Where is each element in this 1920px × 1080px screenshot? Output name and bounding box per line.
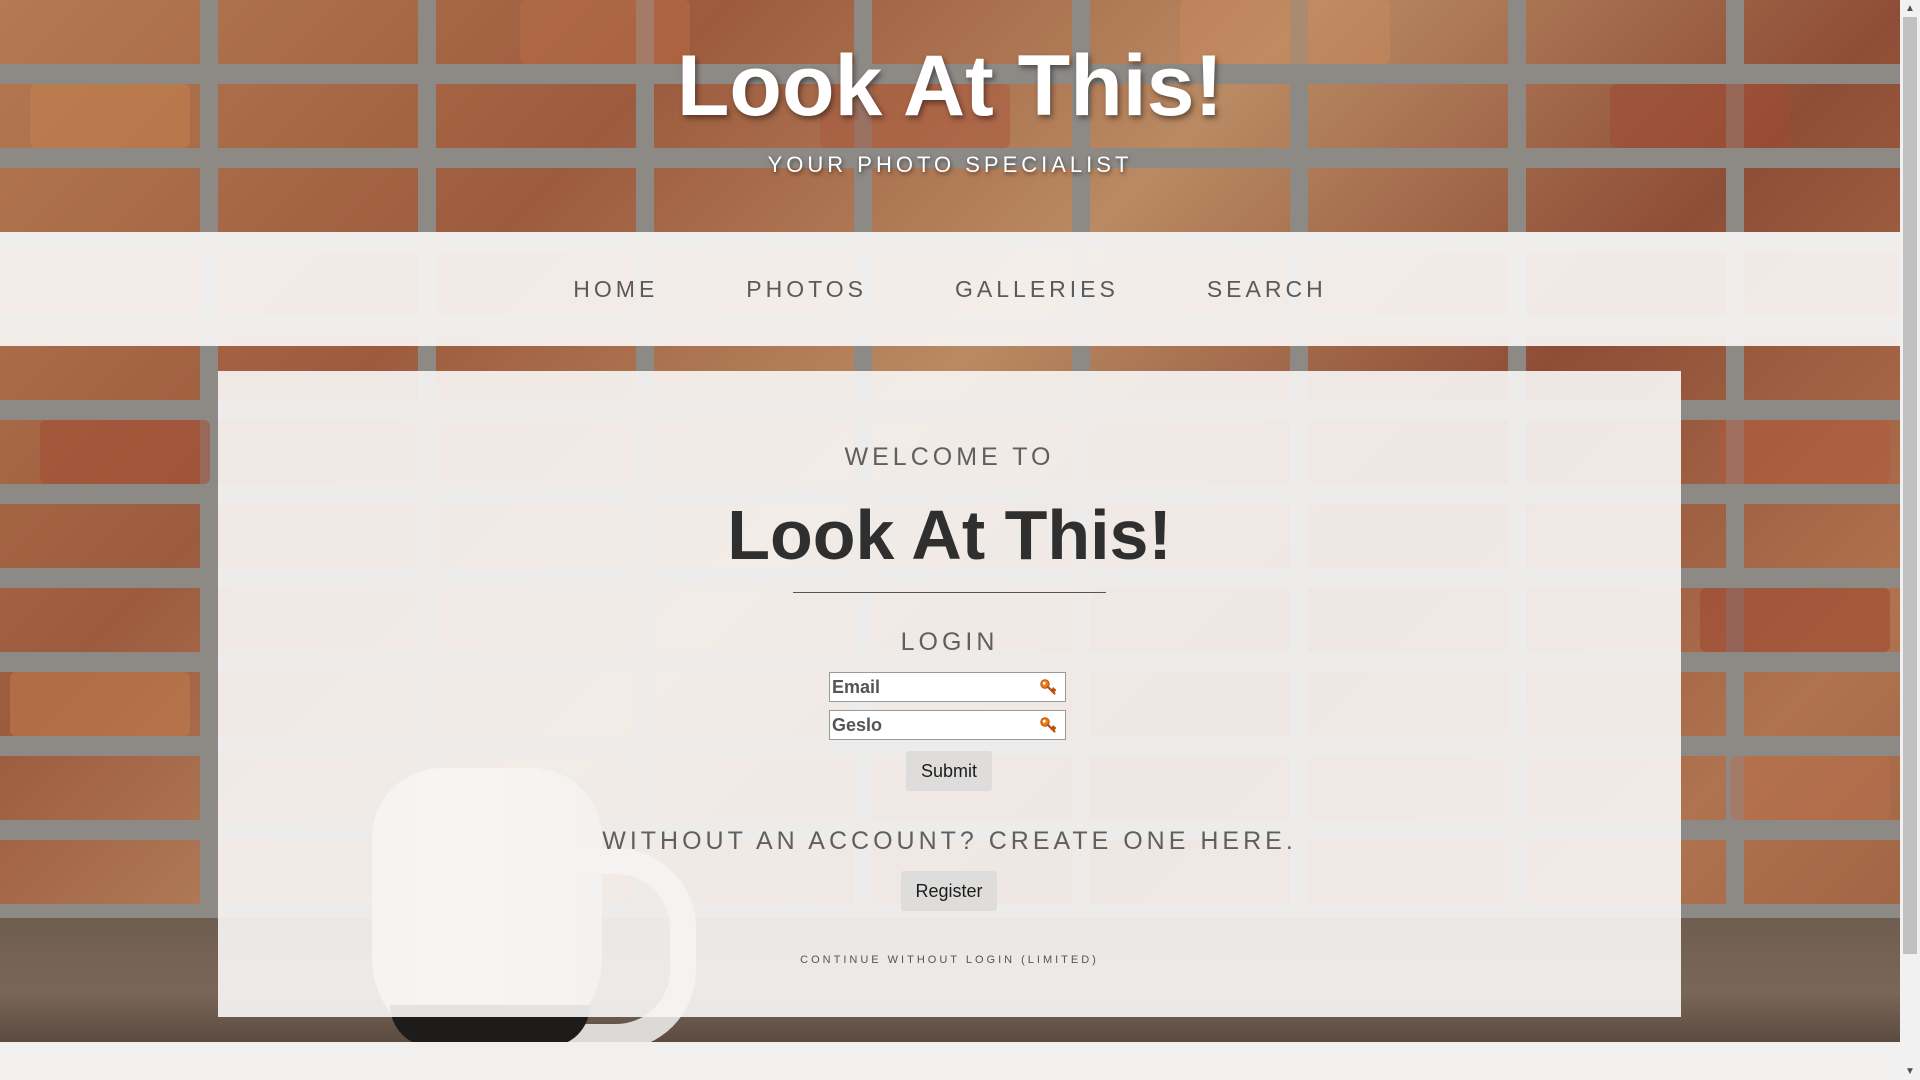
nav-item-photos[interactable]: PHOTOS bbox=[746, 276, 867, 303]
site-subtitle: YOUR PHOTO SPECIALIST bbox=[767, 152, 1133, 177]
create-account-text: WITHOUT AN ACCOUNT? CREATE ONE HERE. bbox=[602, 827, 1297, 855]
key-icon[interactable] bbox=[1039, 716, 1057, 734]
vertical-scrollbar[interactable]: ▲ ▼ bbox=[1900, 0, 1920, 1080]
page-viewport: Look At This! YOUR PHOTO SPECIALIST HOME… bbox=[0, 0, 1900, 1080]
nav-item-home[interactable]: HOME bbox=[573, 276, 658, 303]
key-icon[interactable] bbox=[1039, 678, 1057, 696]
welcome-text: WELCOME TO bbox=[844, 443, 1055, 471]
register-button[interactable]: Register bbox=[901, 871, 997, 911]
scroll-up-arrow-icon[interactable]: ▲ bbox=[1900, 0, 1920, 17]
submit-button[interactable]: Submit bbox=[906, 751, 992, 791]
nav-item-search[interactable]: SEARCH bbox=[1207, 276, 1327, 303]
scrollbar-thumb[interactable] bbox=[1903, 17, 1917, 954]
email-input[interactable] bbox=[830, 673, 1032, 701]
main-navigation: HOME PHOTOS GALLERIES SEARCH bbox=[0, 232, 1900, 346]
page-footer-strip bbox=[0, 1042, 1900, 1080]
nav-list: HOME PHOTOS GALLERIES SEARCH bbox=[0, 232, 1900, 346]
scroll-down-arrow-icon[interactable]: ▼ bbox=[1900, 1063, 1920, 1080]
email-field[interactable] bbox=[829, 672, 1066, 702]
login-card: WELCOME TO Look At This! LOGIN Submit WI… bbox=[218, 371, 1681, 1017]
card-title: Look At This! bbox=[727, 496, 1172, 574]
site-title: Look At This! bbox=[676, 38, 1224, 134]
password-field[interactable] bbox=[829, 710, 1066, 740]
continue-without-login-link[interactable]: CONTINUE WITHOUT LOGIN (LIMITED) bbox=[218, 954, 1681, 966]
nav-item-galleries[interactable]: GALLERIES bbox=[955, 276, 1119, 303]
password-input[interactable] bbox=[830, 711, 1032, 739]
title-divider bbox=[793, 592, 1106, 593]
login-heading: LOGIN bbox=[900, 628, 999, 656]
